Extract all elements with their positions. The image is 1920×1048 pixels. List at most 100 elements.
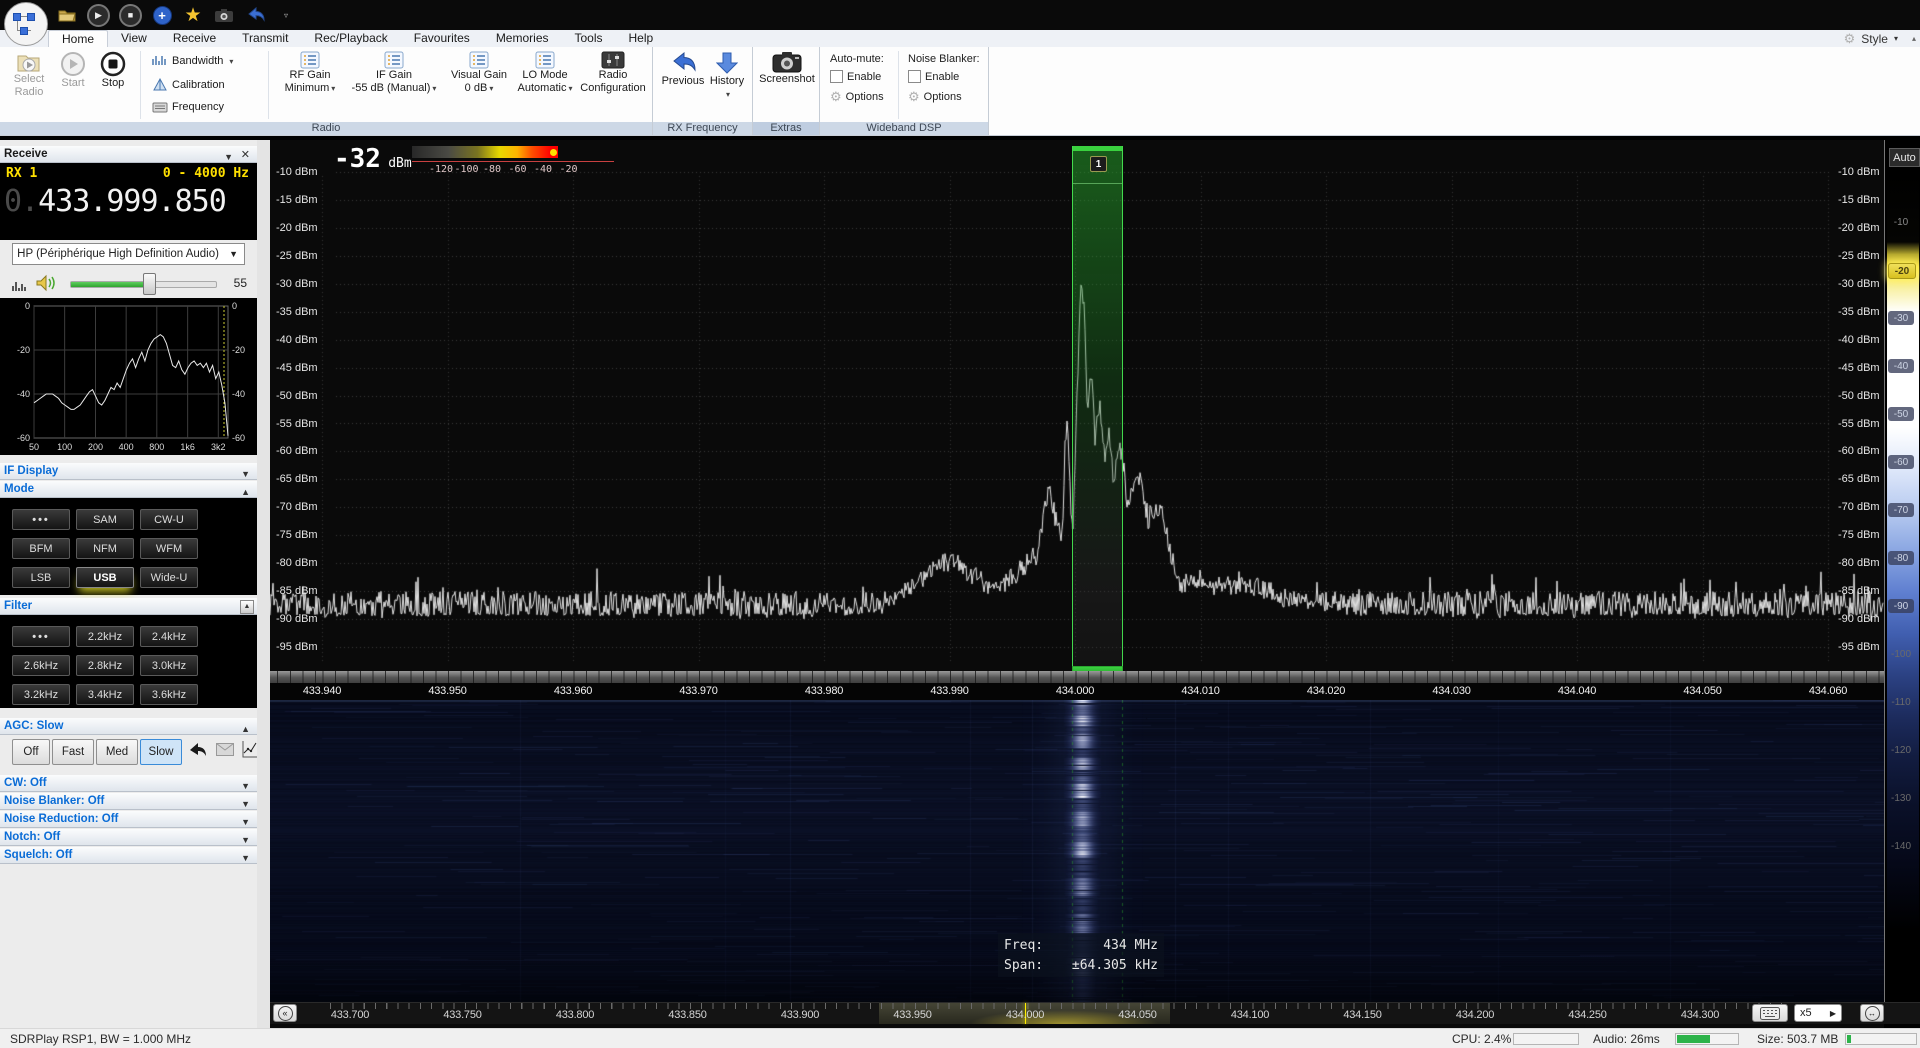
stop-icon[interactable]: ■: [119, 3, 142, 27]
chevron-down-icon[interactable]: ▼: [241, 778, 250, 794]
frequency-nav-bar[interactable]: 433.700 433.750 433.800 433.850 433.900 433.9…: [270, 1002, 1920, 1024]
undo-arrow-icon[interactable]: [186, 741, 208, 759]
filter-button-2.6kHz[interactable]: 2.6kHz: [12, 655, 70, 676]
palette-level--20[interactable]: -20: [1888, 263, 1916, 279]
mode-button-WFM[interactable]: WFM: [140, 538, 198, 559]
history-button[interactable]: History: [706, 51, 748, 101]
mode-button-USB[interactable]: USB: [76, 567, 134, 588]
palette-level--90[interactable]: -90: [1888, 599, 1914, 613]
screenshot-button[interactable]: Screenshot: [758, 51, 816, 86]
section-mode[interactable]: Mode ▲: [0, 481, 257, 498]
stop-button[interactable]: Stop: [96, 51, 130, 90]
chevron-right-icon[interactable]: ▶: [1830, 1009, 1836, 1018]
filter-button-[interactable]: •••: [12, 626, 70, 647]
tab-view[interactable]: View: [108, 30, 160, 47]
mode-button-[interactable]: •••: [12, 509, 70, 530]
palette-level--70[interactable]: -70: [1888, 503, 1914, 517]
checkbox-icon[interactable]: [830, 70, 843, 83]
chevron-down-icon[interactable]: ▼: [241, 796, 250, 812]
palette-level--80[interactable]: -80: [1888, 551, 1914, 565]
radio-configuration-button[interactable]: Radio Configuration: [578, 51, 648, 95]
palette-level--140[interactable]: -140: [1888, 839, 1914, 853]
select-radio-button[interactable]: Select Radio: [8, 51, 50, 99]
waterfall-palette-slider[interactable]: [1887, 172, 1919, 996]
auto-scale-button[interactable]: Auto: [1889, 148, 1920, 167]
calibration-button[interactable]: Calibration: [152, 78, 225, 91]
frequency-readout[interactable]: 0.433.999.850: [4, 184, 227, 219]
auto-mute-options-button[interactable]: ⚙ Options: [830, 89, 884, 105]
agc-button-med[interactable]: Med: [96, 739, 138, 765]
chevron-down-icon[interactable]: ▼: [241, 814, 250, 830]
previous-button[interactable]: Previous: [660, 51, 706, 88]
style-button[interactable]: Style: [1861, 32, 1888, 46]
play-icon[interactable]: ▶: [87, 3, 110, 27]
mode-button-LSB[interactable]: LSB: [12, 567, 70, 588]
chevron-down-icon[interactable]: ▼: [241, 850, 250, 866]
palette-level--40[interactable]: -40: [1888, 359, 1914, 373]
zoom-step-button[interactable]: x5 ▶: [1794, 1004, 1842, 1022]
palette-level--110[interactable]: -110: [1888, 695, 1914, 709]
palette-level--130[interactable]: -130: [1888, 791, 1914, 805]
camera-icon[interactable]: [213, 4, 235, 26]
tab-transmit[interactable]: Transmit: [229, 30, 301, 47]
palette-level--50[interactable]: -50: [1888, 407, 1914, 421]
filter-button-3.0kHz[interactable]: 3.0kHz: [140, 655, 198, 676]
palette-level--60[interactable]: -60: [1888, 455, 1914, 469]
filter-button-2.2kHz[interactable]: 2.2kHz: [76, 626, 134, 647]
equalizer-icon[interactable]: [12, 276, 28, 292]
rf-gain-button[interactable]: RF Gain Minimum: [282, 51, 338, 95]
open-folder-icon[interactable]: [56, 4, 78, 26]
receive-panel-header[interactable]: Receive ▼ ✕: [0, 146, 257, 163]
app-logo-icon[interactable]: [4, 2, 48, 46]
tab-home[interactable]: Home: [48, 30, 109, 48]
mode-button-CWU[interactable]: CW-U: [140, 509, 198, 530]
mode-button-BFM[interactable]: BFM: [12, 538, 70, 559]
speaker-icon[interactable]: [36, 274, 56, 292]
start-button[interactable]: Start: [56, 51, 90, 90]
filter-button-3.6kHz[interactable]: 3.6kHz: [140, 684, 198, 705]
auto-mute-enable-checkbox[interactable]: Enable: [830, 70, 884, 83]
rx-band-number-badge[interactable]: 1: [1090, 156, 1107, 172]
visual-gain-button[interactable]: Visual Gain 0 dB: [448, 51, 510, 95]
checkbox-icon[interactable]: [908, 70, 921, 83]
palette-level--30[interactable]: -30: [1888, 311, 1914, 325]
qat-more-icon[interactable]: ▿: [275, 4, 297, 26]
scroll-up-icon[interactable]: ▲: [240, 600, 254, 614]
style-gear-icon[interactable]: ⚙: [1844, 31, 1856, 47]
frequency-button[interactable]: Frequency: [152, 101, 224, 113]
panel-splitter[interactable]: [257, 140, 270, 1028]
rx-band-top-cap[interactable]: [1073, 146, 1122, 151]
tab-receive[interactable]: Receive: [160, 30, 229, 47]
tab-memories[interactable]: Memories: [483, 30, 562, 47]
add-icon[interactable]: +: [151, 4, 173, 26]
section-filter[interactable]: Filter ▲: [0, 598, 257, 615]
style-caret-icon[interactable]: ▾: [1894, 34, 1898, 43]
section-if-display[interactable]: IF Display ▼: [0, 463, 257, 480]
filter-button-3.4kHz[interactable]: 3.4kHz: [76, 684, 134, 705]
volume-slider-handle[interactable]: [143, 273, 156, 295]
palette-level--10[interactable]: -10: [1888, 215, 1914, 229]
rx-band-marker[interactable]: 1: [1072, 146, 1123, 666]
chart-icon[interactable]: [242, 740, 258, 758]
filter-button-2.8kHz[interactable]: 2.8kHz: [76, 655, 134, 676]
agc-button-slow[interactable]: Slow: [140, 739, 182, 765]
mode-button-WideU[interactable]: Wide-U: [140, 567, 198, 588]
filter-button-3.2kHz[interactable]: 3.2kHz: [12, 684, 70, 705]
palette-level--120[interactable]: -120: [1888, 743, 1914, 757]
keyboard-entry-button[interactable]: [1752, 1004, 1788, 1022]
palette-level--100[interactable]: -100: [1888, 647, 1914, 661]
mode-button-NFM[interactable]: NFM: [76, 538, 134, 559]
tab-rec-playback[interactable]: Rec/Playback: [301, 30, 400, 47]
agc-button-fast[interactable]: Fast: [52, 739, 94, 765]
chevron-down-icon[interactable]: ▼: [241, 466, 250, 482]
section-noise-reduction[interactable]: Noise Reduction: Off ▼: [0, 811, 257, 828]
nav-center-button[interactable]: «: [273, 1004, 297, 1022]
close-icon[interactable]: ✕: [241, 147, 250, 163]
ribbon-collapse-icon[interactable]: ▴: [1912, 34, 1916, 43]
favourite-star-icon[interactable]: ★: [182, 4, 204, 26]
tab-help[interactable]: Help: [616, 30, 667, 47]
agc-button-off[interactable]: Off: [12, 739, 50, 765]
mode-button-SAM[interactable]: SAM: [76, 509, 134, 530]
chevron-down-icon[interactable]: ▼: [241, 832, 250, 848]
lo-mode-button[interactable]: LO Mode Automatic: [516, 51, 574, 95]
